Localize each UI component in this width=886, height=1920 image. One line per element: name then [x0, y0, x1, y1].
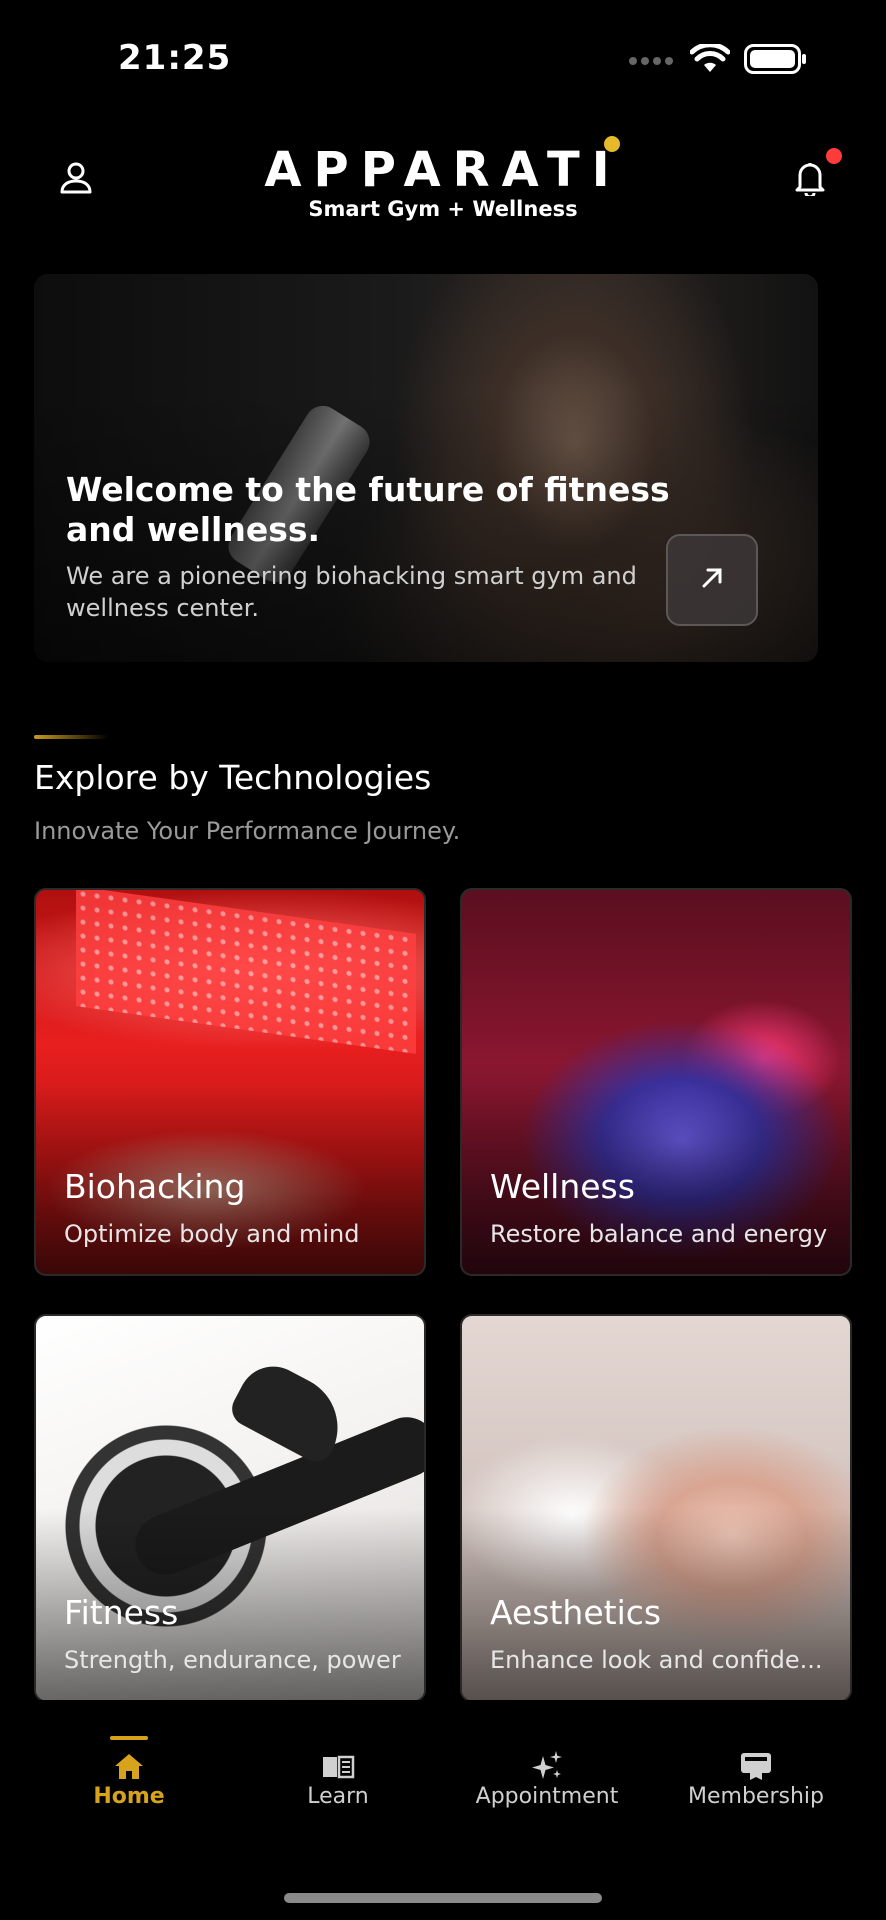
category-card-fitness[interactable]: Fitness Strength, endurance, power [34, 1314, 426, 1702]
membership-card-icon [738, 1748, 774, 1784]
bell-icon [794, 160, 826, 200]
bottom-tab-bar: Home Learn Appointment Membership [0, 1700, 886, 1840]
tab-label: Home [93, 1784, 165, 1809]
tab-appointment[interactable]: Appointment [447, 1700, 647, 1840]
cellular-signal-icon [628, 52, 676, 71]
card-title: Wellness [490, 1167, 635, 1206]
card-overlay [36, 1316, 424, 1700]
tab-label: Learn [307, 1784, 369, 1809]
tab-label: Membership [688, 1784, 824, 1809]
brand-logo: APPARATI Smart Gym + Wellness [0, 136, 886, 222]
notifications-button[interactable] [786, 148, 842, 204]
battery-icon [744, 44, 808, 78]
arrow-up-right-icon [698, 564, 726, 596]
section-accent-line [34, 735, 108, 739]
tab-home[interactable]: Home [29, 1700, 229, 1840]
tab-membership[interactable]: Membership [656, 1700, 856, 1840]
category-card-biohacking[interactable]: Biohacking Optimize body and mind [34, 888, 426, 1276]
hero-banner[interactable]: Welcome to the future of fitness and wel… [34, 274, 818, 662]
section-title: Explore by Technologies [34, 758, 432, 797]
logo-dot [603, 136, 620, 152]
card-subtitle: Optimize body and mind [64, 1220, 360, 1248]
status-time: 21:25 [118, 38, 232, 78]
home-indicator[interactable] [284, 1893, 602, 1903]
card-title: Fitness [64, 1593, 179, 1632]
card-subtitle: Restore balance and energy [490, 1220, 828, 1248]
book-icon [320, 1748, 356, 1784]
app-header: APPARATI Smart Gym + Wellness [0, 120, 886, 240]
active-tab-indicator [110, 1736, 148, 1740]
logo-wordmark: APPARATI [264, 136, 622, 198]
category-card-wellness[interactable]: Wellness Restore balance and energy [460, 888, 852, 1276]
card-subtitle: Enhance look and confide... [490, 1646, 823, 1674]
status-bar: 21:25 [0, 0, 886, 120]
section-subtitle: Innovate Your Performance Journey. [34, 817, 461, 845]
card-title: Aesthetics [490, 1593, 662, 1632]
tab-label: Appointment [475, 1784, 619, 1809]
logo-text: APPARATI [264, 142, 622, 198]
hero-title: Welcome to the future of fitness and wel… [66, 470, 670, 549]
card-title: Biohacking [64, 1167, 246, 1206]
category-card-aesthetics[interactable]: Aesthetics Enhance look and confide... [460, 1314, 852, 1702]
card-overlay [36, 890, 424, 1274]
card-subtitle: Strength, endurance, power [64, 1646, 401, 1674]
wifi-icon [689, 42, 731, 78]
hero-open-button[interactable] [666, 534, 758, 626]
notification-dot [826, 148, 842, 164]
card-overlay [462, 1316, 850, 1700]
tab-learn[interactable]: Learn [238, 1700, 438, 1840]
sparkles-icon [529, 1748, 565, 1784]
hero-subtitle: We are a pioneering biohacking smart gym… [66, 562, 637, 622]
status-icons [628, 42, 808, 78]
card-overlay [462, 890, 850, 1274]
logo-tagline: Smart Gym + Wellness [308, 197, 578, 221]
home-icon [111, 1748, 147, 1784]
